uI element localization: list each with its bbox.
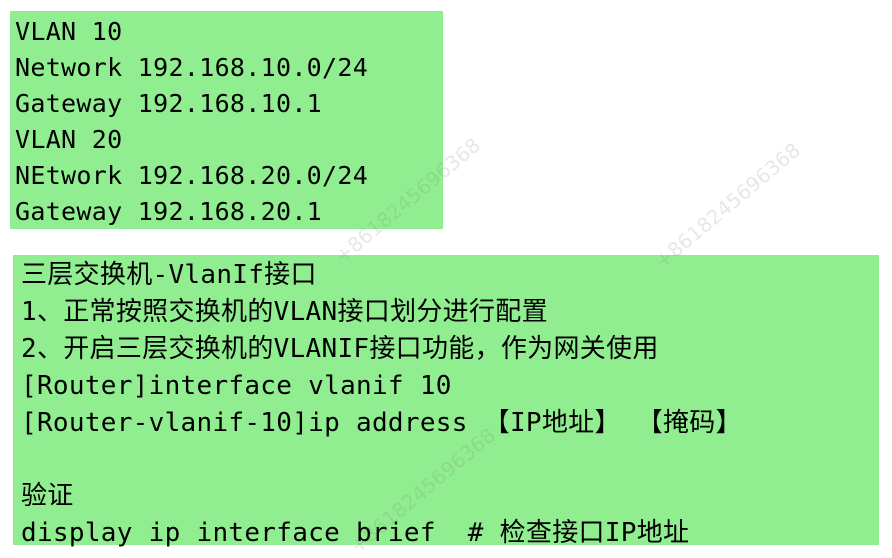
vlan-10-network: Network 192.168.10.0/24 xyxy=(15,53,369,82)
vlan-20-gateway: Gateway 192.168.20.1 xyxy=(15,197,323,226)
ip-address-command: [Router-vlanif-10]ip address 【IP地址】 【掩码】 xyxy=(21,408,742,438)
vlan-20-heading: VLAN 20 xyxy=(15,125,123,154)
vlan-20-network: NEtwork 192.168.20.0/24 xyxy=(15,161,369,190)
vlanif-config-notes: 三层交换机-VlanIf接口 1、正常按照交换机的VLAN接口划分进行配置 2、… xyxy=(13,255,879,548)
verify-heading: 验证 xyxy=(21,481,74,511)
watermark-text: +8618245696368 xyxy=(650,137,805,274)
step-1-text: 1、正常按照交换机的VLAN接口划分进行配置 xyxy=(21,297,548,327)
vlan-10-heading: VLAN 10 xyxy=(15,17,123,46)
display-command: display ip interface brief # 检查接口IP地址 xyxy=(21,518,690,548)
interface-command: [Router]interface vlanif 10 xyxy=(21,371,452,401)
vlanif-title: 三层交换机-VlanIf接口 xyxy=(21,260,317,290)
vlan-network-notes: VLAN 10 Network 192.168.10.0/24 Gateway … xyxy=(10,11,443,229)
vlan-10-gateway: Gateway 192.168.10.1 xyxy=(15,89,323,118)
step-2-text: 2、开启三层交换机的VLANIF接口功能，作为网关使用 xyxy=(21,334,659,364)
